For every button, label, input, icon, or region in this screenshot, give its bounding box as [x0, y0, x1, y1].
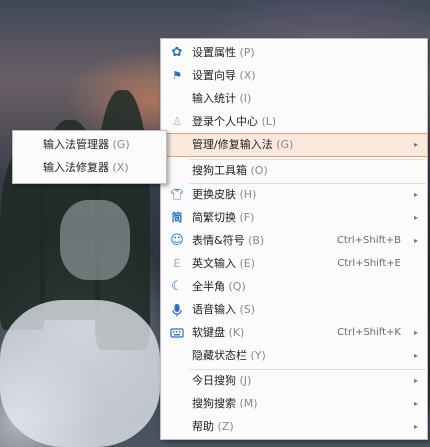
menu-item-today-sogou[interactable]: 今日搜狗 (J) ▸: [161, 370, 427, 392]
gear-icon: ✿: [171, 45, 183, 60]
user-icon: ♙: [172, 115, 182, 128]
menu-item-help[interactable]: 帮助 (Z) ▸: [161, 416, 427, 438]
submenu-item-ime-repairer[interactable]: 输入法修复器 (X): [13, 157, 166, 179]
menu-item-setup-wizard[interactable]: ⚑ 设置向导 (X): [161, 65, 427, 87]
submenu-arrow-icon: ▸: [413, 328, 418, 337]
shortcut-label: Ctrl+Shift+B: [336, 235, 401, 246]
submenu-arrow-icon: ▸: [413, 140, 418, 149]
shortcut-label: Ctrl+Shift+K: [337, 327, 401, 338]
menu-item-sogou-search[interactable]: 搜狗搜索 (M) ▸: [161, 393, 427, 415]
smiley-icon: ☺: [170, 233, 184, 248]
letter-e-icon: E: [173, 257, 181, 270]
menu-item-full-half-width[interactable]: ☾ 全半角 (Q): [161, 276, 427, 298]
submenu-arrow-icon: ▸: [413, 351, 418, 360]
menu-item-input-stats[interactable]: 输入统计 (I): [161, 88, 427, 110]
menu-item-voice-input[interactable]: 语音输入 (S): [161, 299, 427, 321]
wallpaper-snow: [60, 200, 130, 280]
submenu-arrow-icon: ▸: [413, 399, 418, 408]
shirt-icon: 👕︎: [170, 188, 184, 201]
microphone-icon: [170, 303, 184, 317]
submenu-manage-repair: 输入法管理器 (G) 输入法修复器 (X): [12, 130, 167, 184]
submenu-arrow-icon: ▸: [413, 190, 418, 199]
simplified-traditional-icon: 简: [171, 211, 183, 224]
menu-item-toolbox[interactable]: 搜狗工具箱 (O): [161, 160, 427, 182]
shortcut-label: Ctrl+Shift+E: [337, 258, 401, 269]
menu-item-personal-center[interactable]: ♙ 登录个人中心 (L): [161, 111, 427, 133]
menu-item-simplified-traditional[interactable]: 简 简繁切换 (F) ▸: [161, 207, 427, 229]
menu-item-change-skin[interactable]: 👕︎ 更换皮肤 (H) ▸: [161, 184, 427, 206]
context-menu: ✿ 设置属性 (P) ⚑ 设置向导 (X) 输入统计 (I) ♙ 登录个人中心 …: [160, 38, 428, 440]
submenu-arrow-icon: ▸: [413, 236, 418, 245]
menu-item-manage-repair[interactable]: 管理/修复输入法 (G) ▸: [160, 133, 428, 157]
menu-item-soft-keyboard[interactable]: 软键盘 (K) Ctrl+Shift+K ▸: [161, 322, 427, 344]
submenu-arrow-icon: ▸: [413, 376, 418, 385]
keyboard-icon: [170, 326, 184, 340]
menu-item-english-input[interactable]: E 英文输入 (E) Ctrl+Shift+E: [161, 253, 427, 275]
wallpaper-snow: [0, 300, 160, 447]
submenu-arrow-icon: ▸: [413, 213, 418, 222]
submenu-arrow-icon: ▸: [413, 422, 418, 431]
menu-item-emoji-symbols[interactable]: ☺ 表情&符号 (B) Ctrl+Shift+B ▸: [161, 230, 427, 252]
moon-icon: ☾: [171, 279, 183, 294]
menu-item-hide-status-bar[interactable]: 隐藏状态栏 (Y) ▸: [161, 345, 427, 367]
menu-item-settings[interactable]: ✿ 设置属性 (P): [161, 42, 427, 64]
flag-icon: ⚑: [172, 69, 182, 82]
submenu-item-ime-manager[interactable]: 输入法管理器 (G): [13, 134, 166, 156]
